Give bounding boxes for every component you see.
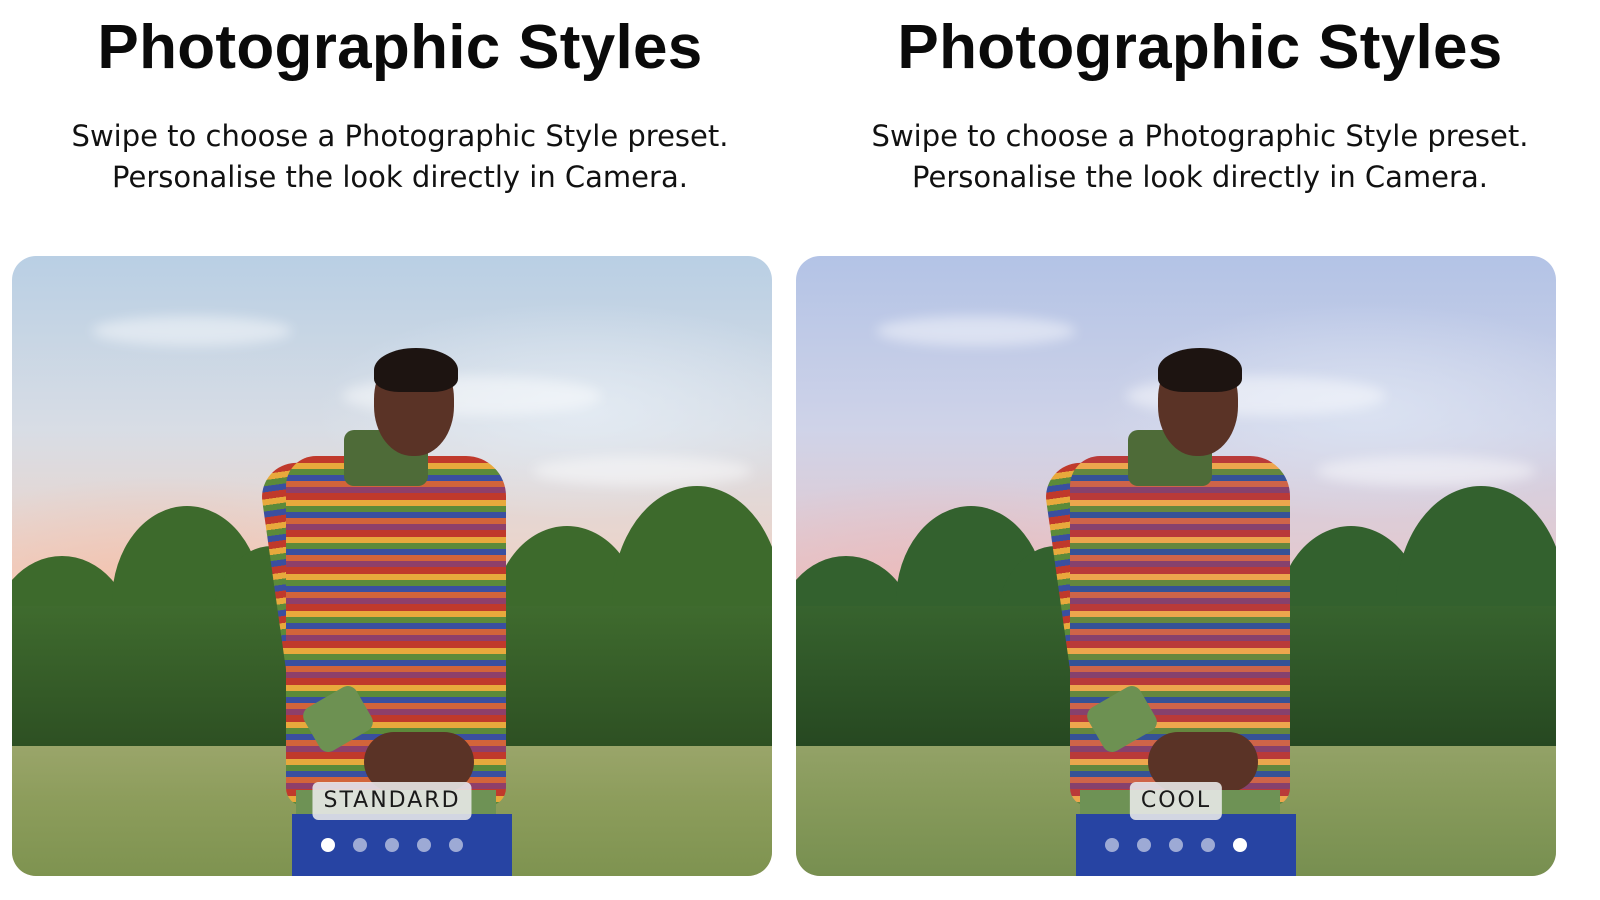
page-subtitle: Swipe to choose a Photographic Style pre…	[800, 116, 1600, 198]
page-dot-4[interactable]	[417, 838, 431, 852]
page-dot-4[interactable]	[1201, 838, 1215, 852]
cloud	[876, 316, 1076, 346]
page-dot-3[interactable]	[1169, 838, 1183, 852]
page-dot-5[interactable]	[1233, 838, 1247, 852]
page-dot-1[interactable]	[1105, 838, 1119, 852]
subtitle-line-1: Swipe to choose a Photographic Style pre…	[871, 119, 1529, 153]
comparison-stage: Photographic Styles Swipe to choose a Ph…	[0, 0, 1600, 900]
page-dot-1[interactable]	[321, 838, 335, 852]
style-name-badge: COOL	[1129, 782, 1223, 820]
page-dot-2[interactable]	[1137, 838, 1151, 852]
style-preview-photo[interactable]: STANDARD	[12, 256, 772, 876]
page-indicator[interactable]	[796, 838, 1556, 852]
page-title: Photographic Styles	[97, 13, 703, 82]
style-preview-photo[interactable]: COOL	[796, 256, 1556, 876]
page-dot-5[interactable]	[449, 838, 463, 852]
subtitle-line-1: Swipe to choose a Photographic Style pre…	[71, 119, 729, 153]
page-subtitle: Swipe to choose a Photographic Style pre…	[0, 116, 800, 198]
panel-cool: Photographic Styles Swipe to choose a Ph…	[796, 0, 1580, 900]
style-name-badge: STANDARD	[312, 782, 472, 820]
subtitle-line-2: Personalise the look directly in Camera.	[912, 160, 1488, 194]
cloud	[92, 316, 292, 346]
page-indicator[interactable]	[12, 838, 772, 852]
page-dot-3[interactable]	[385, 838, 399, 852]
subtitle-line-2: Personalise the look directly in Camera.	[112, 160, 688, 194]
panel-standard: Photographic Styles Swipe to choose a Ph…	[0, 0, 780, 900]
page-dot-2[interactable]	[353, 838, 367, 852]
page-title: Photographic Styles	[897, 13, 1503, 82]
